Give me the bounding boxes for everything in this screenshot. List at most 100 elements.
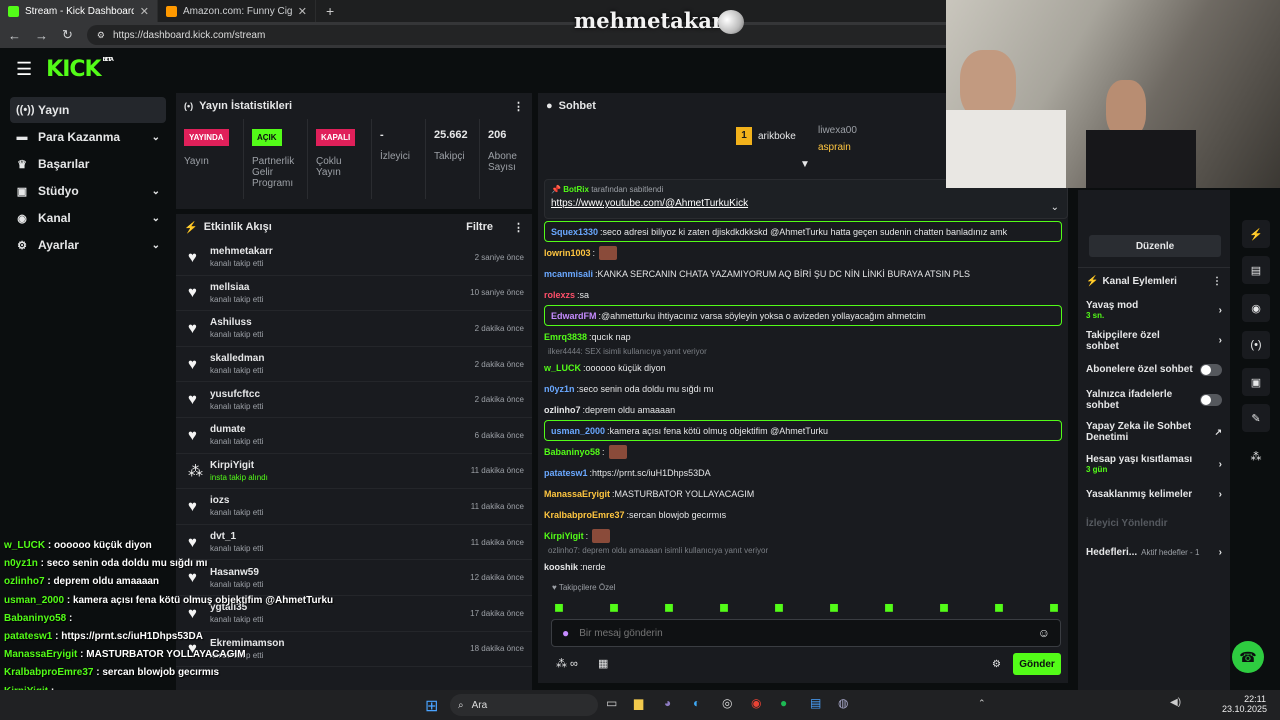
task-view-icon[interactable]: ▭ [606, 696, 617, 710]
mod-tools-icon[interactable]: ▣ [1242, 368, 1270, 396]
steam-icon[interactable]: ◍ [838, 696, 848, 710]
more-options-icon[interactable]: ⋮ [513, 221, 524, 234]
emote-icon[interactable]: ◼ [994, 600, 1004, 614]
event-user[interactable]: mellsiaa [210, 282, 263, 293]
more-options-icon[interactable]: ⋮ [513, 100, 524, 113]
channel-action-item[interactable]: Yavaş mod 3 sn. › [1078, 294, 1230, 326]
chat-input-box[interactable]: ● ☺ [551, 619, 1061, 647]
notepad-icon[interactable]: ▤ [810, 696, 821, 710]
sidebar-item-kanal[interactable]: ◉ Kanal ⌄ [10, 205, 166, 231]
sidebar-item-basarilar[interactable]: ♛ Başarılar [10, 151, 166, 177]
chat-username[interactable]: lowrin1003 [544, 248, 591, 258]
integrations-icon[interactable]: ⁂ [1242, 442, 1270, 470]
emote-icon[interactable]: ◼ [829, 600, 839, 614]
sidebar-item-para-kazanma[interactable]: ▬ Para Kazanma ⌄ [10, 124, 166, 150]
edit-button[interactable]: Düzenle [1089, 235, 1221, 257]
wrench-icon[interactable]: ✎ [1242, 404, 1270, 432]
event-user[interactable]: iozs [210, 495, 263, 506]
chat-username[interactable]: kooshik [544, 562, 578, 572]
channel-action-item[interactable]: Takipçilere özel sohbet › [1078, 326, 1230, 355]
more-options-icon[interactable]: ⋮ [1212, 276, 1222, 287]
reload-icon[interactable]: ↻ [62, 27, 73, 43]
chat-username[interactable]: ozlinho7 [544, 405, 581, 415]
close-tab-icon[interactable]: ✕ [140, 5, 149, 18]
emote-icon[interactable]: ◼ [884, 600, 894, 614]
emote-icon[interactable]: ◼ [719, 600, 729, 614]
pinned-link[interactable]: https://www.youtube.com/@AhmetTurkuKick [545, 194, 1067, 213]
settings-icon[interactable]: ⚙ [992, 659, 1001, 670]
url-field[interactable]: ⚙ https://dashboard.kick.com/stream [86, 25, 957, 45]
notes-icon[interactable]: ▤ [1242, 256, 1270, 284]
discord-icon[interactable]: ◕ [664, 696, 671, 710]
store-icon[interactable]: ▦ [598, 657, 608, 670]
emote-icon[interactable]: ◼ [664, 600, 674, 614]
emote-icon[interactable]: ◼ [1049, 600, 1059, 614]
chat-username[interactable]: ManassaEryigit [544, 489, 610, 499]
channel-action-item[interactable]: Abonelere özel sohbet [1078, 355, 1230, 384]
forward-icon[interactable]: → [35, 28, 48, 43]
tray-chevron-icon[interactable]: ⌃ [978, 698, 986, 709]
emote-icon[interactable]: ◼ [774, 600, 784, 614]
chat-input[interactable] [579, 627, 1028, 639]
chat-bubble-icon[interactable]: ◉ [1242, 294, 1270, 322]
broadcast-icon[interactable]: (•) [1242, 331, 1270, 359]
site-info-icon[interactable]: ⚙ [97, 30, 105, 41]
toggle-switch[interactable] [1200, 394, 1222, 406]
chat-username[interactable]: KirpiYigit [544, 531, 584, 541]
chat-username[interactable]: rolexzs [544, 290, 575, 300]
channel-action-item[interactable]: Yasaklanmış kelimeler › [1078, 480, 1230, 509]
emote-icon[interactable]: ◼ [554, 600, 564, 614]
filter-button[interactable]: Filtre [466, 221, 493, 233]
event-user[interactable]: yusufcftcc [210, 389, 263, 400]
event-user[interactable]: Hasanw59 [210, 567, 263, 578]
chat-username[interactable]: Squex1330 [551, 227, 598, 237]
emoji-picker-icon[interactable]: ☺ [1038, 626, 1050, 640]
new-tab-button[interactable]: + [326, 3, 334, 19]
channel-action-item[interactable]: Hedefleri... Aktif hedefler - 1 › [1078, 538, 1230, 567]
channel-action-item[interactable]: İzleyici Yönlendir [1078, 509, 1230, 538]
emote-icon[interactable]: ◼ [939, 600, 949, 614]
file-explorer-icon[interactable]: ▆ [634, 696, 643, 710]
chat-username[interactable]: EdwardFM [551, 311, 597, 321]
chat-username[interactable]: mcanmisali [544, 269, 593, 279]
app-icon[interactable]: ◎ [722, 696, 732, 710]
channel-action-item[interactable]: Yalnızca ifadelerle sohbet [1078, 384, 1230, 416]
chrome-icon[interactable]: ◉ [751, 696, 761, 710]
chat-tools-icon[interactable]: ⁂ ∞ [556, 657, 578, 670]
chat-username[interactable]: w_LUCK [544, 363, 581, 373]
taskbar-search[interactable]: ⌕ Ara [450, 694, 598, 716]
sidebar-item-studyo[interactable]: ▣ Stüdyo ⌄ [10, 178, 166, 204]
close-tab-icon[interactable]: ✕ [298, 5, 307, 18]
event-user[interactable]: skalledman [210, 353, 264, 364]
volume-icon[interactable]: ◀) [1170, 697, 1181, 708]
chevron-down-icon[interactable]: ⌄ [1051, 202, 1059, 213]
chat-username[interactable]: Babaninyo58 [544, 447, 600, 457]
event-user[interactable]: Ashiluss [210, 317, 263, 328]
chat-username[interactable]: usman_2000 [551, 426, 605, 436]
chat-username[interactable]: KralbabproEmre37 [544, 510, 625, 520]
event-user[interactable]: mehmetakarr [210, 246, 273, 257]
edge-icon[interactable]: ◐ [693, 696, 700, 710]
menu-icon[interactable]: ☰ [16, 59, 32, 80]
tab-kick-dashboard[interactable]: Stream - Kick Dashboard ✕ [0, 0, 158, 22]
event-user[interactable]: dumate [210, 424, 263, 435]
sidebar-item-yayin[interactable]: ((•)) Yayın [10, 97, 166, 123]
chat-username[interactable]: n0yz1n [544, 384, 575, 394]
emote-icon[interactable]: ◼ [609, 600, 619, 614]
event-user[interactable]: dvt_1 [210, 531, 263, 542]
expand-leaderboard-icon[interactable]: ▼ [800, 159, 810, 170]
toggle-switch[interactable] [1200, 363, 1222, 376]
support-chat-icon[interactable]: ☎ [1232, 641, 1264, 673]
microphone-icon[interactable]: ● [562, 626, 569, 640]
chat-username[interactable]: patatesw1 [544, 468, 588, 478]
kick-logo[interactable]: KICK BETA [46, 57, 114, 82]
quick-action-lightning-icon[interactable]: ⚡ [1242, 220, 1270, 248]
channel-action-item[interactable]: Hesap yaşı kısıtlaması 3 gün › [1078, 448, 1230, 480]
tab-amazon[interactable]: Amazon.com: Funny Cigarette Di ✕ [158, 0, 316, 22]
send-button[interactable]: Gönder [1013, 653, 1061, 675]
windows-start-icon[interactable]: ⊞ [425, 696, 438, 716]
back-icon[interactable]: ← [8, 28, 21, 43]
spotify-icon[interactable]: ● [780, 696, 787, 710]
chat-username[interactable]: Emrq3838 [544, 332, 587, 342]
sidebar-item-ayarlar[interactable]: ⚙ Ayarlar ⌄ [10, 232, 166, 258]
